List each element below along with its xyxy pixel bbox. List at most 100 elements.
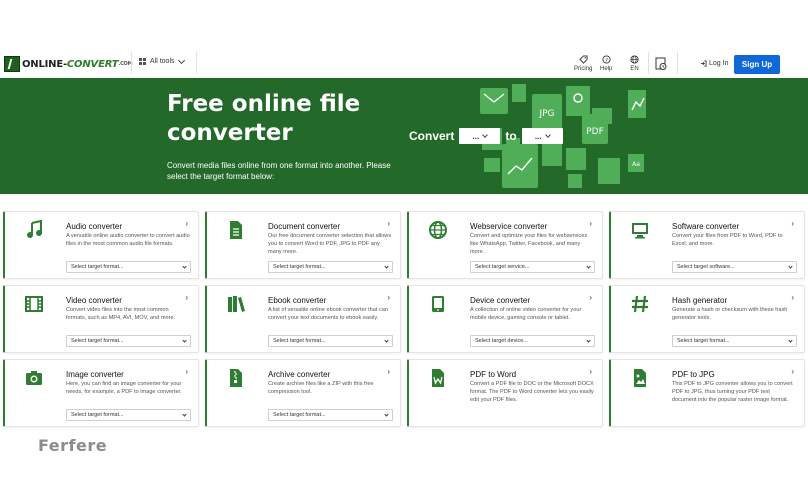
sign-up-button[interactable]: Sign Up (734, 55, 780, 74)
card-description: This PDF to JPG converter allows you to … (672, 381, 793, 403)
source-format-select[interactable]: ... (459, 128, 501, 144)
quick-convert-bar: Convert ... to ... (409, 128, 563, 144)
target-format-value: ... (534, 131, 542, 141)
chevron-right-icon[interactable]: › (791, 219, 794, 228)
chevron-down-icon (384, 337, 389, 343)
hero-title: Free online file converter (167, 91, 361, 146)
chevron-down-icon (384, 263, 389, 269)
card-title[interactable]: Ebook converter (268, 296, 326, 305)
hero-subtitle: Convert media files online from one form… (167, 161, 391, 181)
language-selector[interactable]: EN (630, 55, 639, 73)
card-title[interactable]: PDF to Word (470, 370, 516, 379)
chevron-down-icon (788, 337, 793, 343)
chevron-right-icon[interactable]: › (387, 219, 390, 228)
chevron-down-icon (544, 131, 551, 138)
logo-text-main: ONLINE- (22, 58, 67, 70)
card-description: Convert video files into the most common… (66, 307, 176, 321)
target-format-select[interactable]: Select target format... (268, 335, 393, 347)
chevron-right-icon[interactable]: › (387, 293, 390, 302)
chevron-right-icon[interactable]: › (185, 219, 188, 228)
card-title[interactable]: Hash generator (672, 296, 727, 305)
converter-card[interactable]: Webservice converter › Convert and optimiz… (407, 211, 603, 279)
books-icon (228, 296, 245, 312)
all-tools-label: All tools (150, 58, 175, 65)
art-label-font: Aa (632, 161, 640, 168)
target-format-select[interactable]: Select target format... (672, 335, 797, 347)
card-title[interactable]: Video converter (66, 296, 122, 305)
card-title[interactable]: Archive converter (268, 370, 330, 379)
converter-card[interactable]: Hash generator › Generate a hash or checks… (609, 285, 805, 353)
converter-card[interactable]: Device converter › A collection of online … (407, 285, 603, 353)
target-format-select[interactable]: Select target device... (470, 335, 595, 347)
chevron-down-icon (586, 337, 591, 343)
art-label-pdf: PDF (586, 127, 604, 137)
help-link[interactable]: ? Help (600, 55, 612, 73)
chevron-down-icon (182, 411, 187, 417)
select-placeholder: Select target service... (475, 264, 530, 270)
target-format-select[interactable]: Select target format... (268, 261, 393, 273)
target-format-select[interactable]: Select target format... (66, 335, 191, 347)
pricing-link[interactable]: Pricing (574, 55, 592, 73)
chevron-right-icon[interactable]: › (387, 367, 390, 376)
svg-text:?: ? (605, 58, 608, 64)
all-tools-dropdown[interactable]: All tools (139, 56, 185, 65)
tablet-icon (432, 296, 444, 312)
converter-card[interactable]: Software converter › Convert your files fr… (609, 211, 805, 279)
select-placeholder: Select target format... (273, 264, 326, 270)
top-navigation-bar: ONLINE-CONVERT.COM All tools Pricing ? H… (0, 0, 808, 78)
card-title[interactable]: Image converter (66, 370, 124, 379)
grid-icon (139, 58, 146, 65)
card-description: Convert a PDF file to DOC or the Microso… (470, 381, 594, 403)
target-format-select[interactable]: Select target service... (470, 261, 595, 273)
card-title[interactable]: Webservice converter (470, 222, 547, 231)
converter-card[interactable]: Archive converter › Create archive files l… (205, 359, 401, 427)
history-clock-icon[interactable] (655, 57, 667, 71)
select-placeholder: Select target format... (273, 412, 326, 418)
chevron-right-icon[interactable]: › (589, 293, 592, 302)
card-description: Our free document converter selection th… (268, 233, 392, 255)
card-description: A versatile online audio converter to co… (66, 233, 190, 247)
help-label: Help (600, 66, 613, 72)
card-description: Here, you can find an image converter fo… (66, 381, 182, 395)
target-format-select[interactable]: Select target format... (66, 409, 191, 421)
select-placeholder: Select target format... (677, 338, 730, 344)
hero-banner: Free online file converter Convert media… (0, 78, 808, 194)
card-title[interactable]: Software converter (672, 222, 739, 231)
card-description: Create archive files like a ZIP with thi… (268, 381, 374, 395)
chevron-right-icon[interactable]: › (791, 367, 794, 376)
image-file-icon (634, 369, 646, 387)
to-label: to (505, 129, 517, 143)
converter-card[interactable]: Document converter › Our free document con… (205, 211, 401, 279)
help-icon: ? (602, 55, 611, 64)
converter-card[interactable]: Image converter › Here, you can find an im… (3, 359, 199, 427)
site-logo[interactable]: ONLINE-CONVERT.COM (4, 55, 133, 73)
converter-card[interactable]: Ebook converter › A list of versatile onli… (205, 285, 401, 353)
login-label: Log In (709, 60, 729, 67)
card-title[interactable]: Device converter (470, 296, 530, 305)
card-title[interactable]: Document converter (268, 222, 340, 231)
target-format-select[interactable]: ... (521, 128, 563, 144)
converter-card[interactable]: PDF to Word › Convert a PDF file to DOC or… (407, 359, 603, 427)
target-format-select[interactable]: Select target software... (672, 261, 797, 273)
chevron-down-icon (182, 337, 187, 343)
converter-card[interactable]: Audio converter › A versatile online audio… (3, 211, 199, 279)
chevron-right-icon[interactable]: › (185, 367, 188, 376)
globe-icon (630, 55, 639, 64)
target-format-select[interactable]: Select target format... (268, 409, 393, 421)
chevron-down-icon (177, 56, 185, 64)
chevron-right-icon[interactable]: › (589, 219, 592, 228)
chevron-right-icon[interactable]: › (185, 293, 188, 302)
login-link[interactable]: Log In (700, 60, 728, 67)
converter-card[interactable]: PDF to JPG › This PDF to JPG converter all… (609, 359, 805, 427)
select-placeholder: Select target software... (677, 264, 735, 270)
card-title[interactable]: PDF to JPG (672, 370, 715, 379)
chevron-right-icon[interactable]: › (791, 293, 794, 302)
card-title[interactable]: Audio converter (66, 222, 122, 231)
converter-card[interactable]: Video converter › Convert video files into… (3, 285, 199, 353)
chevron-down-icon (384, 411, 389, 417)
select-placeholder: Select target format... (71, 338, 124, 344)
target-format-select[interactable]: Select target format... (66, 261, 191, 273)
chevron-right-icon[interactable]: › (589, 367, 592, 376)
chevron-down-icon (482, 131, 489, 138)
watermark-text: Ferfere (38, 436, 108, 455)
